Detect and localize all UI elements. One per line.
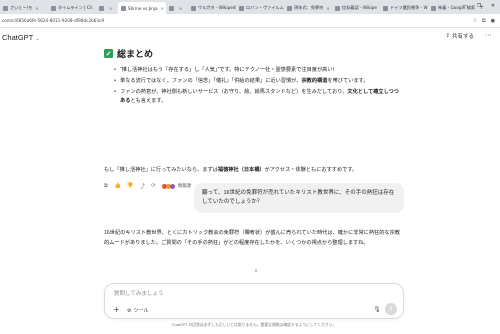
window-controls: — ❐ ✕ bbox=[458, 0, 500, 12]
scroll-down-icon[interactable]: ↓ bbox=[251, 265, 261, 275]
share-label: 共有する bbox=[451, 34, 474, 40]
share-response-icon[interactable]: ⤴ bbox=[140, 182, 146, 190]
address-bar: com/c/6856a6fe-5624-8011-9208-df98dc2b63… bbox=[0, 14, 500, 28]
summary-title: 総まとめ bbox=[117, 49, 154, 59]
sources-button[interactable]: 情報源 bbox=[161, 183, 192, 189]
tab-favicon-icon bbox=[99, 5, 104, 11]
more-options-icon[interactable]: ⋯ bbox=[485, 31, 492, 39]
tab-favicon-icon bbox=[121, 5, 126, 11]
tab-favicon-icon bbox=[335, 5, 340, 11]
maximize-button[interactable]: ❐ bbox=[472, 0, 486, 12]
send-button[interactable]: ↑ bbox=[385, 303, 397, 315]
assistant-answer: 16世紀のキリスト教世界、とくにカトリック教会の免罪符（贖宥状）が盛んに売られて… bbox=[104, 230, 400, 246]
browser-tab[interactable]: 現年式：免罪符 × bbox=[284, 2, 332, 14]
list-item: 単なる流行ではなく、ファンの「信念」「儀礼」「供給の結果」に近い習慣が、宗教的構… bbox=[114, 77, 404, 85]
tab-label: ウルガタ - Wikipedia bbox=[198, 5, 236, 10]
tab-close-icon[interactable]: × bbox=[179, 6, 182, 11]
tab-close-icon[interactable]: × bbox=[35, 6, 38, 11]
model-label: ChatGPT bbox=[2, 32, 34, 42]
tab-label: Shrine vs Jinja bbox=[128, 5, 158, 11]
tab-label: さいとー/モ bbox=[10, 5, 33, 10]
browser-tab-bar: さいとー/モ×タイムライン | Ch××Shrine vs Jinja××ウルガ… bbox=[0, 0, 500, 14]
browser-tab[interactable]: ドイツ農民戦争 - W× bbox=[380, 2, 428, 14]
browser-tab[interactable]: × bbox=[96, 2, 118, 14]
profile-icon[interactable]: ● bbox=[491, 18, 495, 24]
closing-sentence: もし「推し活神社」に行ってみたいなら、まずは福徳神社（日本橋）がアクセス・体験と… bbox=[104, 167, 358, 173]
user-message: 翻って、16世紀の免罪符が売れていたキリスト教世界に、その手の熱狂は存在していた… bbox=[194, 183, 404, 213]
browser-tab[interactable]: さいとー/モ × bbox=[0, 2, 48, 14]
share-button[interactable]: ⇪ 共有する bbox=[445, 32, 474, 40]
summary-heading: ✓ 総まとめ bbox=[104, 47, 153, 60]
tab-favicon-icon bbox=[191, 5, 196, 11]
thumbs-up-icon[interactable]: 👍 bbox=[114, 183, 121, 189]
copy-icon[interactable]: ⧉ bbox=[104, 183, 108, 190]
tab-favicon-icon bbox=[287, 5, 292, 11]
tools-label: ツール bbox=[133, 308, 149, 314]
browser-tab[interactable]: × bbox=[166, 2, 188, 14]
browser-tab[interactable]: 信仰義認 - Wikipe× bbox=[332, 2, 380, 14]
tools-button[interactable]: ⚙ ツール bbox=[127, 307, 149, 315]
model-selector[interactable]: ChatGPT ⌄ bbox=[2, 33, 39, 42]
summary-list: “推し活神社はもう「存在する」し「人気」”です。特にテクノ一社・霊感要素で注目度… bbox=[114, 66, 404, 108]
composer-placeholder[interactable]: 質問してみましょう bbox=[114, 289, 163, 297]
browser-tab-active[interactable]: Shrine vs Jinja × bbox=[118, 2, 166, 14]
tab-close-icon[interactable]: × bbox=[109, 6, 112, 11]
tools-icon: ⚙ bbox=[127, 307, 132, 314]
extensions-icon[interactable]: ⧉ bbox=[482, 18, 486, 24]
message-composer[interactable]: 質問してみましょう + ⚙ ツール 🎙 ↑ bbox=[104, 283, 404, 319]
tab-label: 信仰義認 - Wikipe bbox=[342, 5, 377, 10]
tab-label: ロバン・ヴァイルム - W bbox=[246, 5, 284, 10]
sources-label: 情報源 bbox=[177, 183, 192, 188]
minimize-button[interactable]: — bbox=[458, 0, 472, 12]
browser-tab[interactable]: ウルガタ - Wikipedia× bbox=[188, 2, 236, 14]
regenerate-icon[interactable]: ⟳ bbox=[151, 183, 156, 189]
url-field[interactable]: com/c/6856a6fe-5624-8011-9208-df98dc2b63… bbox=[2, 18, 104, 23]
microphone-icon[interactable]: 🎙 bbox=[373, 306, 381, 313]
disclaimer: ChatGPT の回答は必ずしも正しいとは限りません。重要な情報は確認するように… bbox=[171, 323, 337, 327]
tab-label: ドイツ農民戦争 - W bbox=[390, 5, 428, 10]
tab-favicon-icon bbox=[3, 5, 8, 11]
list-item: “推し活神社はもう「存在する」し「人気」”です。特にテクノ一社・霊感要素で注目度… bbox=[114, 66, 404, 74]
star-icon[interactable]: ☆ bbox=[473, 18, 477, 24]
check-mark-icon: ✓ bbox=[104, 49, 113, 58]
chat-header: ChatGPT ⌄ ⇪ 共有する ⋯ bbox=[0, 29, 500, 45]
source-favicon bbox=[169, 183, 175, 189]
tab-favicon-icon bbox=[169, 5, 174, 11]
browser-tab[interactable]: タイムライン | Ch× bbox=[48, 2, 96, 14]
tab-close-icon[interactable]: × bbox=[161, 6, 164, 11]
response-actions: ⧉ 👍 👎 ⤴ ⟳ 情報源 bbox=[104, 182, 192, 191]
close-window-button[interactable]: ✕ bbox=[486, 0, 500, 12]
tab-favicon-icon bbox=[239, 5, 244, 11]
browser-tab[interactable]: ロバン・ヴァイルム - W× bbox=[236, 2, 284, 14]
tab-label: 現年式：免罪符 bbox=[294, 5, 324, 10]
list-item: ファンの熱意が、神社側も新しいサービス（お守り、絵、絵馬スタンドなど）を生みだし… bbox=[114, 88, 404, 104]
address-bar-icons: ☆ ⧉ ● bbox=[473, 18, 495, 24]
tab-favicon-icon bbox=[383, 5, 388, 11]
tab-favicon-icon bbox=[51, 5, 56, 11]
attach-icon[interactable]: + bbox=[113, 305, 120, 314]
chevron-down-icon: ⌄ bbox=[35, 35, 40, 42]
thumbs-down-icon[interactable]: 👎 bbox=[127, 183, 134, 189]
tab-label: タイムライン | Ch bbox=[58, 5, 93, 10]
share-icon: ⇪ bbox=[445, 33, 450, 39]
tab-close-icon[interactable]: × bbox=[326, 6, 329, 11]
tab-favicon-icon bbox=[431, 5, 436, 11]
